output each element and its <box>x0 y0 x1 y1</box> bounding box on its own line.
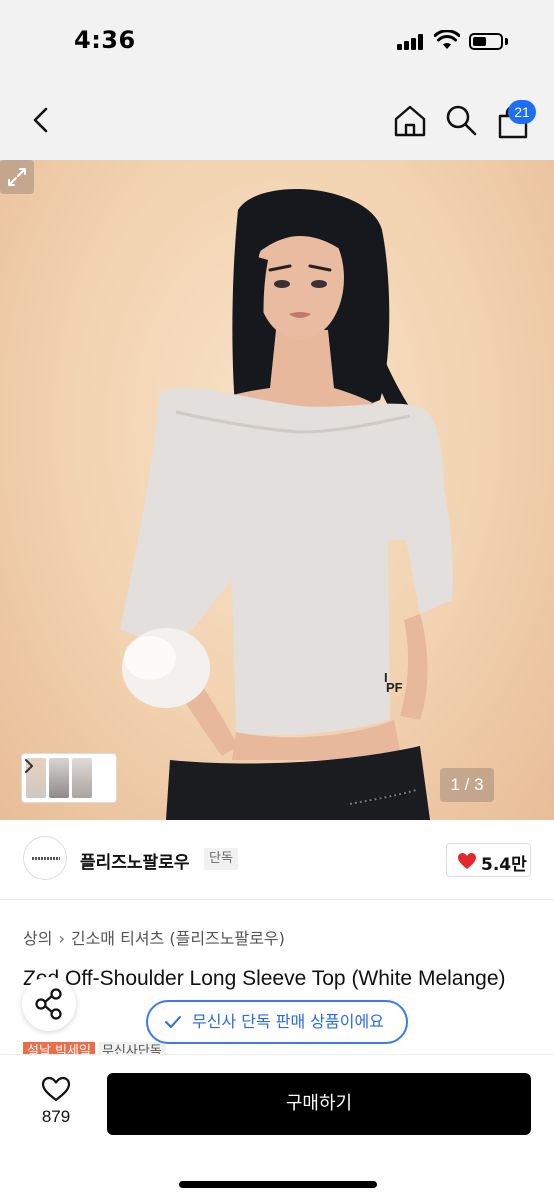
battery-tip <box>505 38 508 45</box>
home-icon[interactable] <box>391 102 429 140</box>
wishlist-count: 879 <box>41 1107 71 1126</box>
search-icon[interactable] <box>443 102 479 138</box>
status-bar: 4:36 <box>0 0 554 80</box>
wifi-icon <box>434 30 460 49</box>
check-icon <box>165 1016 181 1028</box>
buy-button[interactable]: 구매하기 <box>107 1073 531 1135</box>
product-image[interactable]: I PF 1 / 3 <box>0 160 554 820</box>
wishlist-button[interactable]: 879 <box>28 1073 84 1133</box>
model-photo: I PF <box>120 188 453 820</box>
brand-name[interactable]: 플리즈노팔로우 <box>80 848 189 873</box>
exclusive-notice-text: 무신사 단독 판매 상품이에요 <box>192 1012 384 1031</box>
breadcrumb-item-subcategory[interactable]: 긴소매 티셔츠 (플리즈노팔로우) <box>71 929 285 948</box>
battery-icon <box>469 33 503 50</box>
back-chevron-icon[interactable] <box>24 102 60 138</box>
share-icon <box>35 988 62 1020</box>
chevron-right-icon: › <box>58 929 65 948</box>
thumbnail-arrow-icon[interactable] <box>22 754 36 778</box>
exclusive-notice-pill: 무신사 단독 판매 상품이에요 <box>146 1000 408 1044</box>
svg-text:PF: PF <box>386 680 403 695</box>
breadcrumb: 상의 › 긴소매 티셔츠 (플리즈노팔로우) <box>23 925 285 949</box>
like-count: 5.4만 <box>481 855 527 875</box>
heart-filled-icon <box>458 853 476 869</box>
thumbnail-3[interactable] <box>72 758 92 798</box>
like-button[interactable]: 5.4만 <box>446 843 531 877</box>
thumbnail-2[interactable] <box>49 758 69 798</box>
thumbnail-strip[interactable] <box>22 754 116 802</box>
bottom-action-bar: 879 구매하기 <box>0 1055 554 1200</box>
top-nav-bar <box>0 80 554 160</box>
home-indicator <box>179 1181 377 1188</box>
signal-icon <box>397 34 425 50</box>
expand-icon[interactable] <box>0 160 34 194</box>
image-page-indicator: 1 / 3 <box>440 768 494 802</box>
status-time: 4:36 <box>74 26 136 54</box>
brand-row: 플리즈노팔로우 단독 5.4만 <box>0 820 554 900</box>
breadcrumb-item-category[interactable]: 상의 <box>23 929 52 948</box>
exclusive-tag: 단독 <box>204 848 238 870</box>
share-button[interactable] <box>22 977 76 1031</box>
cart-count-badge: 21 <box>508 100 536 124</box>
brand-logo[interactable] <box>23 836 67 880</box>
heart-outline-icon <box>41 1076 71 1102</box>
